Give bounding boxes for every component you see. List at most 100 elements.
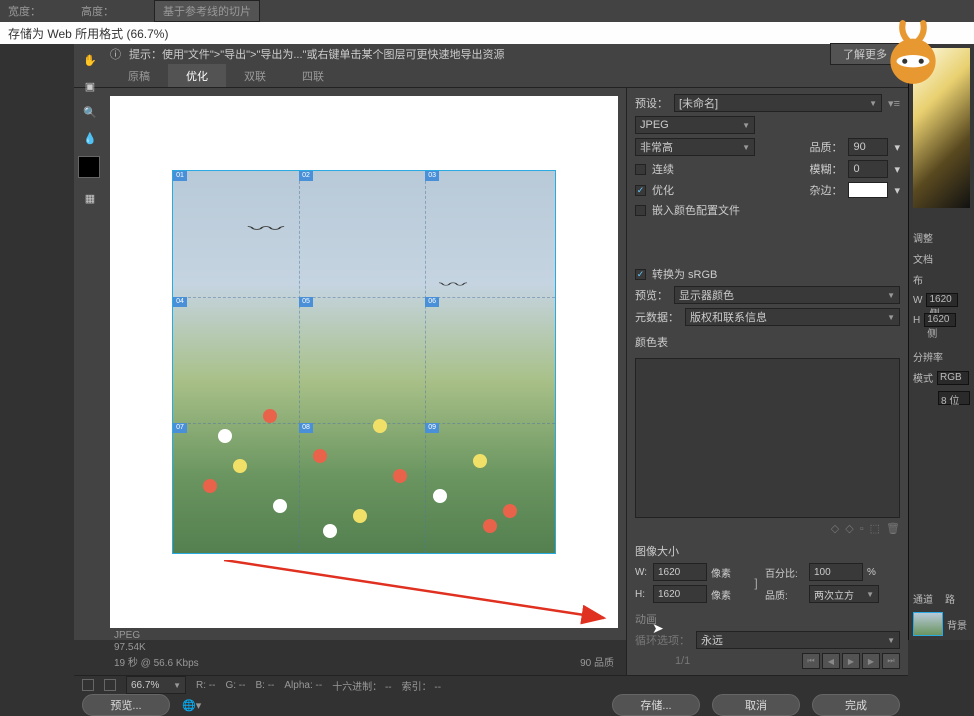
tab-original[interactable]: 原稿 [110, 64, 168, 87]
play-button: ▶ [842, 653, 860, 669]
rp-mode-label: 模式 [913, 370, 933, 385]
eyedropper-tool-icon[interactable]: 💧 [78, 126, 102, 150]
g-label: G: -- [225, 680, 245, 691]
save-button[interactable]: 存储... [612, 694, 700, 716]
px-unit-2: 像素 [711, 587, 747, 602]
layer-bg-label[interactable]: 背景 [947, 617, 967, 632]
blur-label: 模糊： [809, 161, 842, 177]
progressive-checkbox[interactable] [635, 164, 646, 175]
matte-swatch[interactable] [848, 182, 888, 198]
dialog-titlebar: 存储为 Web 所用格式 (66.7%) [0, 22, 974, 44]
colortable-icon-1[interactable]: ◇ [831, 522, 839, 535]
percent-label: 百分比: [765, 565, 805, 580]
color-swatch[interactable] [78, 156, 100, 178]
done-button[interactable]: 完成 [812, 694, 900, 716]
last-frame-button: ⏭ [882, 653, 900, 669]
optimized-label: 优化 [652, 182, 674, 198]
icc-label: 嵌入颜色配置文件 [652, 202, 740, 218]
info-icon: ⓘ [110, 46, 121, 62]
rp-h-label: H [913, 315, 920, 326]
matte-dropdown-icon[interactable]: ▾ [894, 184, 900, 197]
first-frame-button: ⏮ [802, 653, 820, 669]
quality-stepper-icon[interactable]: ▾ [894, 141, 900, 154]
quality-input[interactable]: 90 [848, 138, 888, 156]
rp-w-value[interactable]: 1620 侧 [926, 293, 958, 307]
metadata-select[interactable]: 版权和联系信息▼ [685, 308, 900, 326]
zoom-tool-icon[interactable]: 🔍 [78, 100, 102, 124]
blur-stepper-icon[interactable]: ▾ [894, 163, 900, 176]
preview-button[interactable]: 预览... [82, 694, 170, 716]
preset-select[interactable]: [未命名]▼ [674, 94, 882, 112]
status-quality: 90 品质 [580, 654, 614, 669]
topbar-width-label: 宽度： [8, 3, 41, 19]
slice-visibility-icon[interactable]: ▦ [78, 186, 102, 210]
hand-tool-icon[interactable]: ✋ [78, 48, 102, 72]
next-frame-button: ▶ [862, 653, 880, 669]
botbar-icon-2[interactable] [104, 679, 116, 691]
percent-unit: % [867, 567, 879, 578]
loop-select: 永远▼ [696, 631, 900, 649]
rp-mode-value[interactable]: RGB [937, 371, 969, 385]
settings-panel: 预设： [未命名]▼ ▾≡ JPEG▼ 非常高▼ 品质： 90 ▾ 连续 模糊：… [626, 88, 908, 675]
status-filesize: 97.54K [114, 642, 199, 653]
optimized-checkbox[interactable] [635, 185, 646, 196]
tab-4up[interactable]: 四联 [284, 64, 342, 87]
rp-paths-label[interactable]: 路 [945, 591, 955, 606]
w-label: W: [635, 567, 649, 578]
colortable-icon-2[interactable]: ◇ [845, 522, 853, 535]
percent-input[interactable]: 100 [809, 563, 863, 581]
rp-bits-value[interactable]: 8 位 [938, 391, 970, 405]
rp-channels-label[interactable]: 通道 [913, 591, 933, 606]
mascot-icon [882, 18, 944, 90]
matte-label: 杂边： [809, 182, 842, 198]
rp-adjust-label[interactable]: 调整 [913, 230, 970, 245]
preview-label: 预览： [635, 287, 668, 303]
quality-preset-select[interactable]: 非常高▼ [635, 138, 755, 156]
r-label: R: -- [196, 680, 215, 691]
loop-label: 循环选项： [635, 632, 690, 648]
rp-res-label: 分辨率 [913, 349, 970, 364]
slice-select-tool-icon[interactable]: ▣ [78, 74, 102, 98]
index-label: 索引： -- [402, 678, 441, 693]
browser-icon[interactable]: 🌐▾ [182, 699, 201, 712]
topbar-slice-button[interactable]: 基于参考线的切片 [154, 0, 260, 22]
rp-doc-label[interactable]: 文档 [913, 251, 970, 266]
color-table [635, 358, 900, 518]
frame-counter: 1/1 [675, 655, 690, 667]
metadata-label: 元数据： [635, 309, 679, 325]
colortable-trash-icon[interactable]: 🗑 [886, 522, 900, 535]
height-input[interactable]: 1620 [653, 585, 707, 603]
tab-optimized[interactable]: 优化 [168, 64, 226, 87]
icc-checkbox[interactable] [635, 205, 646, 216]
colortable-icon-3[interactable]: ▫ [860, 523, 864, 535]
colortable-label: 颜色表 [635, 334, 900, 350]
h-label: H: [635, 589, 649, 600]
imagesize-label: 图像大小 [635, 543, 900, 559]
layer-thumb[interactable] [913, 612, 943, 636]
alpha-label: Alpha: -- [284, 680, 322, 691]
preview-select[interactable]: 显示器颜色▼ [674, 286, 900, 304]
resample-select[interactable]: 两次立方▼ [809, 585, 879, 603]
link-icon[interactable]: ] [751, 576, 761, 590]
rp-h-value[interactable]: 1620 侧 [924, 313, 956, 327]
dialog-title: 存储为 Web 所用格式 (66.7%) [8, 25, 168, 42]
format-select[interactable]: JPEG▼ [635, 116, 755, 134]
tab-2up[interactable]: 双联 [226, 64, 284, 87]
preview-image: 01 02 03 04 05 06 07 08 09 〰 〰 [172, 170, 556, 554]
rp-canvas-label: 布 [913, 272, 970, 287]
cancel-button[interactable]: 取消 [712, 694, 800, 716]
blur-input[interactable]: 0 [848, 160, 888, 178]
status-format: JPEG [114, 630, 199, 641]
srgb-label: 转换为 sRGB [652, 266, 717, 282]
botbar-icon-1[interactable] [82, 679, 94, 691]
colortable-icon-4[interactable]: ⬚ [870, 522, 880, 535]
save-for-web-dialog: ⓘ 提示：使用"文件">"导出">"导出为..."或右键单击某个图层可更快速地导… [74, 44, 908, 640]
progressive-label: 连续 [652, 161, 674, 177]
srgb-checkbox[interactable] [635, 269, 646, 280]
preview-canvas-area[interactable]: 01 02 03 04 05 06 07 08 09 〰 〰 [110, 96, 618, 628]
width-input[interactable]: 1620 [653, 563, 707, 581]
preset-menu-icon[interactable]: ▾≡ [888, 97, 900, 110]
px-unit-1: 像素 [711, 565, 747, 580]
zoom-select[interactable]: 66.7%▼ [126, 676, 186, 694]
status-speed: 19 秒 @ 56.6 Kbps [114, 654, 199, 669]
